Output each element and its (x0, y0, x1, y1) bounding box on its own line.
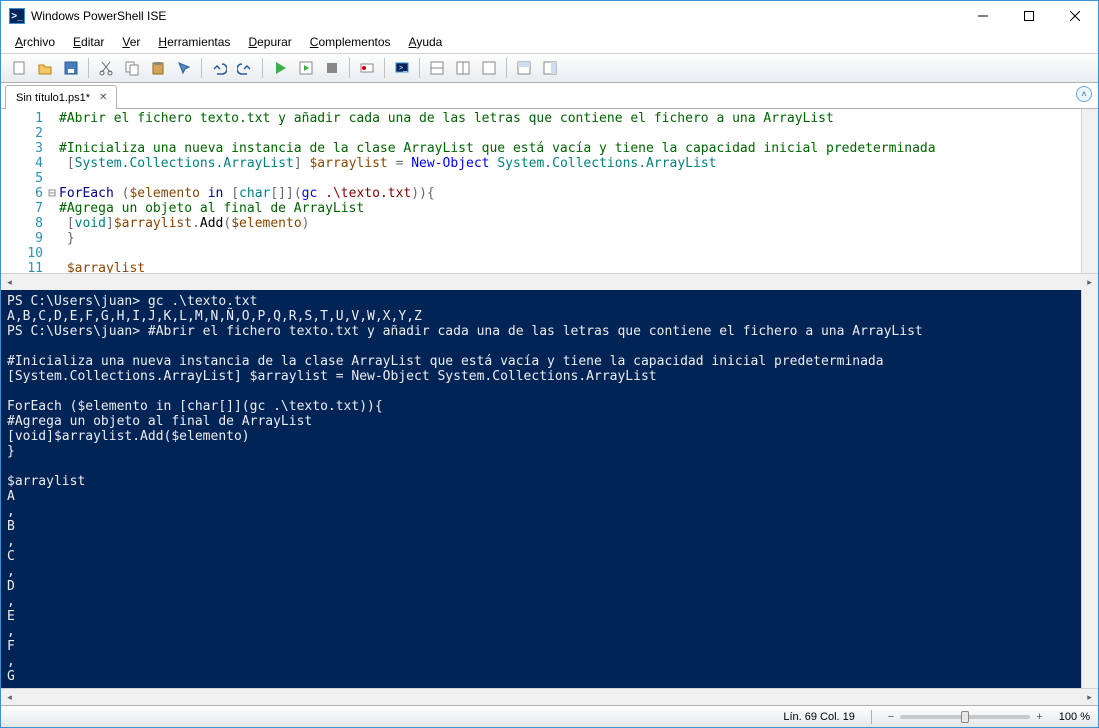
run-selection-icon[interactable] (294, 56, 318, 80)
scroll-right-icon[interactable]: ▸ (1081, 689, 1098, 706)
console-pane[interactable]: PS C:\Users\juan> gc .\texto.txt A,B,C,D… (1, 290, 1081, 688)
breakpoint-icon[interactable] (355, 56, 379, 80)
editor-vscrollbar[interactable] (1081, 109, 1098, 273)
remote-icon[interactable]: >_ (390, 56, 414, 80)
line-gutter: 1234567891011 (1, 109, 47, 273)
scroll-right-icon[interactable]: ▸ (1081, 274, 1098, 291)
toolbar: >_ (1, 53, 1098, 83)
show-script-icon[interactable] (512, 56, 536, 80)
maximize-button[interactable] (1006, 1, 1052, 31)
zoom-in-icon[interactable]: + (1036, 711, 1042, 723)
scroll-left-icon[interactable]: ◂ (1, 274, 18, 291)
menu-debug[interactable]: Depurar (240, 33, 299, 51)
status-zoom: 100 % (1059, 711, 1090, 723)
status-line-col: Lín. 69 Col. 19 (783, 711, 855, 723)
close-button[interactable] (1052, 1, 1098, 31)
zoom-slider[interactable] (900, 715, 1030, 719)
tab-label: Sin título1.ps1* (16, 92, 90, 104)
run-icon[interactable] (268, 56, 292, 80)
menubar: Archivo Editar Ver Herramientas Depurar … (1, 31, 1098, 53)
save-icon[interactable] (59, 56, 83, 80)
stop-icon[interactable] (320, 56, 344, 80)
window-title: Windows PowerShell ISE (31, 9, 960, 23)
zoom-out-icon[interactable]: − (888, 711, 894, 723)
paste-icon[interactable] (146, 56, 170, 80)
titlebar: >_ Windows PowerShell ISE (1, 1, 1098, 31)
clear-icon[interactable] (172, 56, 196, 80)
editor-hscrollbar[interactable]: ◂ ▸ (1, 273, 1098, 290)
svg-text:>_: >_ (399, 65, 407, 72)
layout3-icon[interactable] (477, 56, 501, 80)
layout1-icon[interactable] (425, 56, 449, 80)
collapse-script-pane-icon[interactable]: ˄ (1076, 86, 1092, 102)
file-tab[interactable]: Sin título1.ps1* ✕ (5, 85, 117, 109)
tab-close-icon[interactable]: ✕ (96, 92, 110, 103)
scroll-left-icon[interactable]: ◂ (1, 689, 18, 706)
script-editor[interactable]: 1234567891011 ⊟ #Abrir el fichero texto.… (1, 109, 1098, 273)
menu-file[interactable]: Archivo (7, 33, 63, 51)
menu-tools[interactable]: Herramientas (150, 33, 238, 51)
new-icon[interactable] (7, 56, 31, 80)
tab-strip: Sin título1.ps1* ✕ ˄ (1, 83, 1098, 109)
code-area[interactable]: #Abrir el fichero texto.txt y añadir cad… (57, 109, 1081, 273)
layout2-icon[interactable] (451, 56, 475, 80)
statusbar: Lín. 69 Col. 19 − + 100 % (1, 705, 1098, 727)
console-vscrollbar[interactable] (1081, 290, 1098, 688)
undo-icon[interactable] (207, 56, 231, 80)
menu-addons[interactable]: Complementos (302, 33, 399, 51)
menu-view[interactable]: Ver (114, 33, 148, 51)
minimize-button[interactable] (960, 1, 1006, 31)
menu-help[interactable]: Ayuda (401, 33, 451, 51)
redo-icon[interactable] (233, 56, 257, 80)
fold-gutter: ⊟ (47, 109, 57, 273)
open-icon[interactable] (33, 56, 57, 80)
menu-edit[interactable]: Editar (65, 33, 112, 51)
show-commands-icon[interactable] (538, 56, 562, 80)
powershell-icon: >_ (9, 8, 25, 24)
console-hscrollbar[interactable]: ◂ ▸ (1, 688, 1098, 705)
cut-icon[interactable] (94, 56, 118, 80)
copy-icon[interactable] (120, 56, 144, 80)
